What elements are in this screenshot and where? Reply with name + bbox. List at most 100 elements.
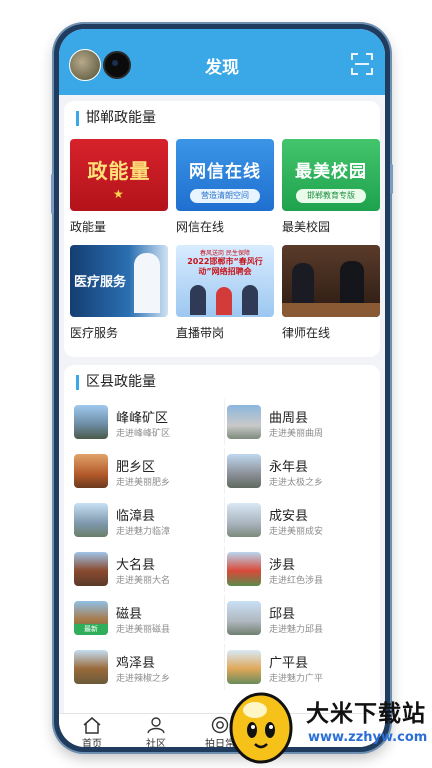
yiliao-image: 医疗服务 <box>70 245 168 317</box>
county-name: 涉县 <box>269 558 296 573</box>
county-subtitle: 走进辣椒之乡 <box>116 674 171 684</box>
tile-wangxin[interactable]: 网信在线 营造清朗空间 网信在线 <box>176 139 274 235</box>
county-thumbnail <box>74 650 108 684</box>
star-icon: ★ <box>113 187 124 201</box>
county-item[interactable]: 涉县 走进红色涉县 <box>224 546 371 592</box>
county-name: 峰峰矿区 <box>116 411 169 426</box>
county-section-card: 区县政能量 峰峰矿区 走进峰峰矿区 曲周县 走进美丽曲周 肥乡区 走进美丽肥乡 永年县 走进太… <box>64 365 380 725</box>
county-thumbnail <box>227 454 261 488</box>
handan-section-card: 邯郸政能量 政能量 ★ 政能量 网信在线 营造清朗空间 网信在线 最美校园 邯郸… <box>64 101 380 357</box>
tile-label: 网信在线 <box>176 220 225 234</box>
lvshi-image <box>282 245 380 317</box>
tile-label: 直播带岗 <box>176 326 225 340</box>
app-header: 发现 <box>59 29 385 95</box>
county-thumbnail: 最新 <box>74 601 108 635</box>
county-subtitle: 走进魅力邱县 <box>269 625 324 635</box>
tile-label: 律师在线 <box>282 326 331 340</box>
lawyer-figure <box>292 263 314 303</box>
county-item[interactable]: 邱县 走进魅力邱县 <box>224 595 371 641</box>
tile-image-text: 最美校园 <box>295 162 367 182</box>
tile-image-text: 政能量 <box>87 159 151 183</box>
doctor-figure <box>134 253 160 313</box>
county-subtitle: 走进美丽大名 <box>116 576 171 586</box>
county-subtitle: 走进太极之乡 <box>269 478 324 488</box>
county-name: 鸡泽县 <box>116 656 156 671</box>
nav-label: 社区 <box>146 739 166 747</box>
tile-zhengnengliang[interactable]: 政能量 ★ 政能量 <box>70 139 168 235</box>
host-figure <box>190 285 206 315</box>
nav-item-community[interactable]: 社区 <box>131 716 181 747</box>
scan-icon[interactable] <box>351 53 373 75</box>
tile-zhibo[interactable]: 春风送岗 民生保障 2022邯郸市“春风行动”网络招聘会 直播带岗 <box>176 245 274 341</box>
county-subtitle: 走进美丽磁县 <box>116 625 171 635</box>
county-name: 肥乡区 <box>116 460 156 475</box>
county-item[interactable]: 临漳县 走进魅力临漳 <box>72 497 218 543</box>
county-thumbnail <box>74 552 108 586</box>
county-subtitle: 走进魅力临漳 <box>116 527 171 537</box>
site-watermark: 大米下载站 www.zzhyw.com <box>222 678 432 764</box>
lawyer-figure <box>340 261 364 303</box>
county-item[interactable]: 永年县 走进太极之乡 <box>224 448 371 494</box>
nav-item-home[interactable]: 首页 <box>67 716 117 747</box>
zhibo-image: 春风送岗 民生保障 2022邯郸市“春风行动”网络招聘会 <box>176 245 274 317</box>
tile-image-subtitle: 营造清朗空间 <box>190 189 260 203</box>
tile-image-subtitle: 邯郸教育专版 <box>296 189 366 203</box>
county-subtitle: 走进美丽肥乡 <box>116 478 171 488</box>
tile-label: 政能量 <box>70 220 107 234</box>
county-item[interactable]: 成安县 走进美丽成安 <box>224 497 371 543</box>
tile-image-subtitle: 春风送岗 民生保障 <box>200 250 250 257</box>
county-subtitle: 走进美丽成安 <box>269 527 324 537</box>
watermark-title: 大米下载站 <box>306 701 426 727</box>
tile-image-text: 医疗服务 <box>74 275 127 290</box>
county-name: 临漳县 <box>116 509 156 524</box>
county-thumbnail <box>227 552 261 586</box>
county-name: 邱县 <box>269 607 296 622</box>
county-thumbnail <box>227 405 261 439</box>
page-title: 发现 <box>205 58 239 78</box>
tile-lvshi[interactable]: 律师在线 <box>282 245 380 341</box>
section-title: 邯郸政能量 <box>76 111 156 126</box>
desk <box>282 303 380 317</box>
wangxin-image: 网信在线 营造清朗空间 <box>176 139 274 211</box>
county-thumbnail <box>74 405 108 439</box>
power-button <box>390 164 393 194</box>
tile-label: 最美校园 <box>282 220 331 234</box>
county-subtitle: 走进红色涉县 <box>269 576 324 586</box>
tile-zuimei[interactable]: 最美校园 邯郸教育专版 最美校园 <box>282 139 380 235</box>
phone-screen: 发现 邯郸政能量 政能量 ★ 政能量 网信在线 营造清朗空间 网信在线 最美校园… <box>59 29 385 747</box>
host-figure <box>216 287 232 315</box>
county-name: 成安县 <box>269 509 309 524</box>
tile-image-text: 网信在线 <box>189 162 261 182</box>
county-subtitle: 走进美丽曲周 <box>269 429 324 439</box>
new-badge: 最新 <box>74 624 108 635</box>
county-item[interactable]: 鸡泽县 走进辣椒之乡 <box>72 644 218 690</box>
county-subtitle: 走进峰峰矿区 <box>116 429 171 439</box>
home-icon <box>83 717 101 734</box>
county-thumbnail <box>74 503 108 537</box>
phone-frame: 发现 邯郸政能量 政能量 ★ 政能量 网信在线 营造清朗空间 网信在线 最美校园… <box>51 24 393 752</box>
county-name: 永年县 <box>269 460 309 475</box>
county-item[interactable]: 最新 磁县走进美丽磁县 <box>72 595 218 641</box>
watermark-url: www.zzhyw.com <box>308 730 428 745</box>
zuimei-image: 最美校园 邯郸教育专版 <box>282 139 380 211</box>
tile-image-text: 2022邯郸市“春风行动”网络招聘会 <box>187 257 263 276</box>
volume-button <box>51 174 54 214</box>
county-item[interactable]: 曲周县 走进美丽曲周 <box>224 399 371 445</box>
county-item[interactable]: 肥乡区 走进美丽肥乡 <box>72 448 218 494</box>
community-icon <box>147 717 165 734</box>
county-name: 曲周县 <box>269 411 309 426</box>
county-thumbnail <box>227 601 261 635</box>
tile-label: 医疗服务 <box>70 326 119 340</box>
section-title: 区县政能量 <box>76 375 156 390</box>
county-item[interactable]: 大名县 走进美丽大名 <box>72 546 218 592</box>
county-item[interactable]: 峰峰矿区走进峰峰矿区 <box>72 399 218 445</box>
host-figure <box>242 285 258 315</box>
zhengnengliang-image: 政能量 ★ <box>70 139 168 211</box>
county-name: 大名县 <box>116 558 156 573</box>
county-thumbnail <box>74 454 108 488</box>
county-name: 广平县 <box>269 656 309 671</box>
tile-yiliao[interactable]: 医疗服务 医疗服务 <box>70 245 168 341</box>
nav-label: 首页 <box>82 739 102 747</box>
county-name: 磁县 <box>116 607 143 622</box>
county-thumbnail <box>227 503 261 537</box>
